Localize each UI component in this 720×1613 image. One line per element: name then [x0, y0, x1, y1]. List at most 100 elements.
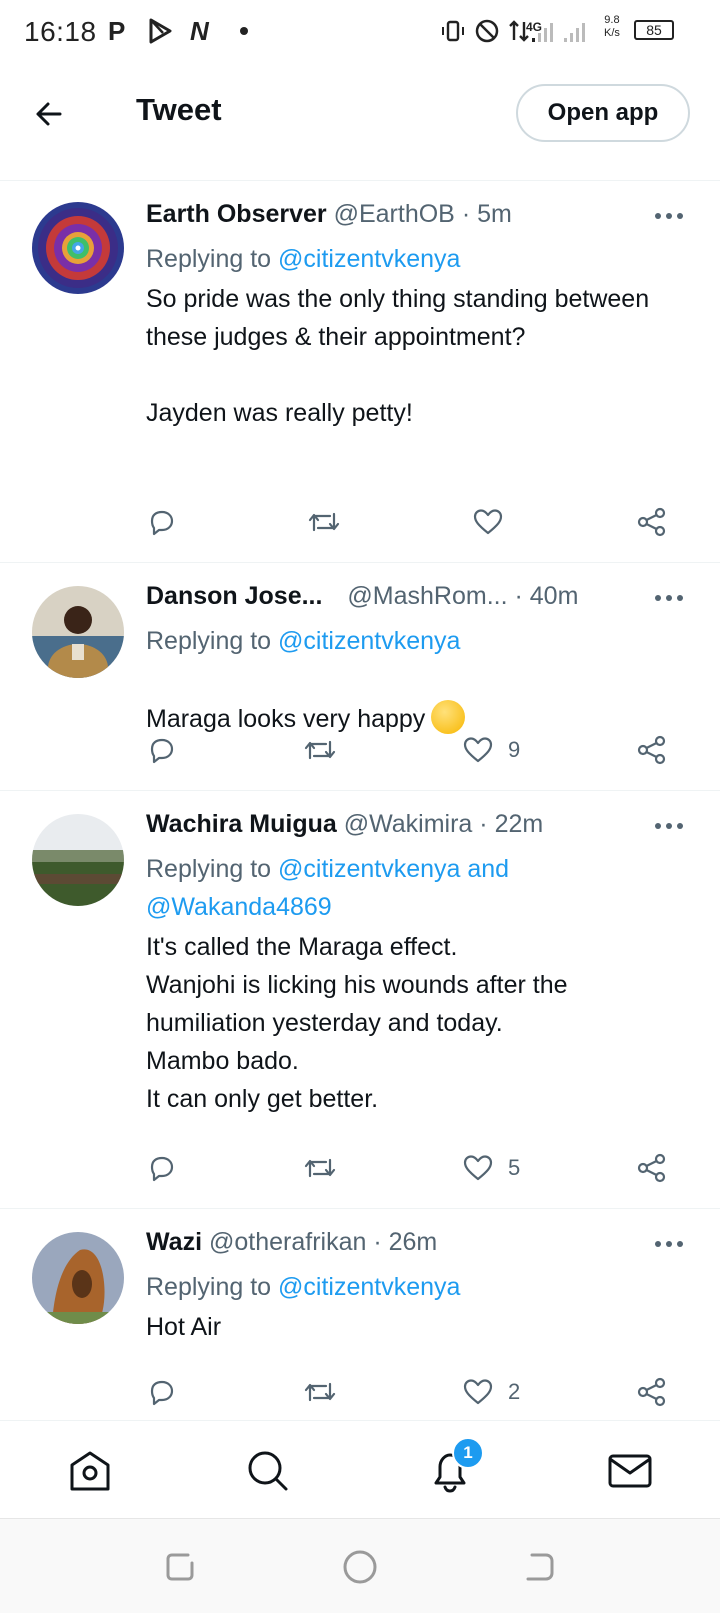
- open-app-button[interactable]: Open app: [516, 84, 690, 142]
- back-arrow-icon[interactable]: [30, 94, 70, 134]
- battery-level: 85: [646, 22, 662, 38]
- separator: ·: [514, 582, 523, 610]
- replying-to-link[interactable]: @citizentvkenya: [278, 627, 460, 655]
- tweet-time[interactable]: 22m: [495, 810, 544, 838]
- more-options-icon[interactable]: [654, 208, 684, 219]
- replying-to-label: Replying to: [146, 1273, 272, 1301]
- reply-icon: [150, 738, 174, 764]
- separator: ·: [479, 810, 488, 838]
- heart-icon: [463, 1379, 493, 1405]
- reply-button[interactable]: [146, 1148, 178, 1188]
- author-handle[interactable]: @otherafrikan: [209, 1228, 366, 1256]
- notification-dot-icon: [240, 16, 248, 46]
- network-speed-unit: K/s: [604, 27, 620, 39]
- tweet-time[interactable]: 5m: [477, 200, 512, 228]
- home-button-icon[interactable]: [340, 1547, 380, 1587]
- separator: ·: [461, 200, 471, 228]
- more-options-icon[interactable]: [654, 818, 684, 829]
- avatar-danson-jose[interactable]: [32, 586, 124, 678]
- reply-button[interactable]: [146, 730, 178, 770]
- status-time: 16:18: [24, 16, 97, 47]
- tweet-text: It's called the Maraga effect. Wanjohi i…: [146, 933, 568, 1113]
- more-options-icon[interactable]: [654, 590, 684, 601]
- home-icon[interactable]: [66, 1447, 114, 1495]
- tweet-header: Wachira Muigua @Wakimira · 22m: [146, 810, 630, 846]
- parking-app-icon: P: [108, 15, 126, 46]
- like-count: 2: [508, 1379, 521, 1404]
- avatar-earth-observer[interactable]: [32, 202, 124, 294]
- heart-icon: [463, 737, 493, 763]
- tweet-card[interactable]: Earth Observer @EarthOB · 5m Replying to…: [0, 180, 720, 563]
- author-handle[interactable]: @EarthOB: [334, 200, 455, 228]
- author-name[interactable]: Earth Observer: [146, 200, 327, 228]
- like-count: 5: [508, 1155, 521, 1180]
- tweet-text-container: Maraga looks very happy: [146, 662, 680, 738]
- signal-1-icon: [530, 16, 594, 46]
- status-bar: 16:18 P N 4G 9.8 K/s 85: [0, 0, 720, 64]
- page-title: Tweet: [136, 92, 222, 127]
- author-name[interactable]: Danson Jose...: [146, 582, 322, 610]
- more-options-icon[interactable]: [654, 1236, 684, 1247]
- share-button[interactable]: [636, 730, 668, 770]
- share-button[interactable]: [636, 1372, 668, 1412]
- tweet-text: Hot Air: [146, 1313, 222, 1341]
- author-name[interactable]: Wazi: [146, 1228, 202, 1256]
- share-icon: [637, 1377, 666, 1407]
- like-count: 9: [508, 737, 521, 762]
- notification-badge: 1: [452, 1437, 484, 1469]
- share-button[interactable]: [636, 502, 668, 542]
- share-icon: [637, 507, 666, 537]
- reply-button[interactable]: [146, 502, 178, 542]
- tweet-time[interactable]: 40m: [530, 582, 579, 610]
- battery-icon: 85: [634, 20, 674, 40]
- replying-to-label: Replying to: [146, 627, 272, 655]
- retweet-icon: [304, 740, 336, 760]
- tweet-actions: 5: [146, 1148, 690, 1188]
- like-button[interactable]: 9: [462, 730, 520, 770]
- retweet-button[interactable]: [302, 1372, 338, 1412]
- vibrate-icon: [440, 16, 466, 46]
- separator: ·: [373, 1228, 382, 1256]
- share-button[interactable]: [636, 1148, 668, 1188]
- news-app-icon: N: [190, 15, 209, 46]
- replying-to-link[interactable]: @citizentvkenya: [278, 245, 460, 273]
- like-button[interactable]: 2: [462, 1372, 520, 1412]
- reply-icon: [150, 1156, 174, 1182]
- tweet-time[interactable]: 26m: [389, 1228, 438, 1256]
- retweet-icon: [308, 512, 340, 532]
- tweet-card[interactable]: Wazi @otherafrikan · 26m Replying to @ci…: [0, 1208, 720, 1420]
- replying-to-link[interactable]: @citizentvkenya: [278, 1273, 460, 1301]
- heart-icon: [473, 509, 503, 535]
- retweet-button[interactable]: [306, 502, 342, 542]
- reply-icon: [150, 1380, 174, 1406]
- tweet-header: Wazi @otherafrikan · 26m: [146, 1228, 630, 1264]
- retweet-button[interactable]: [302, 730, 338, 770]
- search-icon[interactable]: [244, 1447, 292, 1495]
- reply-button[interactable]: [146, 1372, 178, 1412]
- avatar-wachira-muigua[interactable]: [32, 814, 124, 906]
- like-button[interactable]: 5: [462, 1148, 520, 1188]
- tweet-card[interactable]: Danson Jose... @MashRom... · 40m Replyin…: [0, 562, 720, 791]
- share-icon: [637, 1153, 666, 1183]
- tweet-card[interactable]: Wachira Muigua @Wakimira · 22m Replying …: [0, 790, 720, 1209]
- messages-icon[interactable]: [606, 1447, 654, 1495]
- heart-icon: [463, 1155, 493, 1181]
- author-name[interactable]: Wachira Muigua: [146, 810, 337, 838]
- avatar-wazi[interactable]: [32, 1232, 124, 1324]
- like-button[interactable]: [472, 502, 518, 542]
- tweet-text: Maraga looks very happy: [146, 705, 426, 733]
- share-icon: [637, 735, 666, 765]
- retweet-button[interactable]: [302, 1148, 338, 1188]
- top-bar: Tweet Open app: [0, 64, 720, 181]
- replying-to-link-2[interactable]: @Wakanda4869: [146, 888, 509, 926]
- bottom-navigation: 1: [0, 1420, 720, 1519]
- author-handle[interactable]: @MashRom...: [347, 582, 507, 610]
- network-speed: 9.8 K/s: [604, 14, 620, 44]
- recent-apps-icon[interactable]: [160, 1547, 200, 1587]
- retweet-icon: [304, 1158, 336, 1178]
- author-handle[interactable]: @Wakimira: [344, 810, 473, 838]
- back-button-icon[interactable]: [520, 1547, 560, 1587]
- replying-to-link[interactable]: @citizentvkenya and: [278, 855, 509, 883]
- replying-to: Replying to @citizentvkenya: [146, 240, 460, 278]
- tweet-actions: [146, 502, 690, 542]
